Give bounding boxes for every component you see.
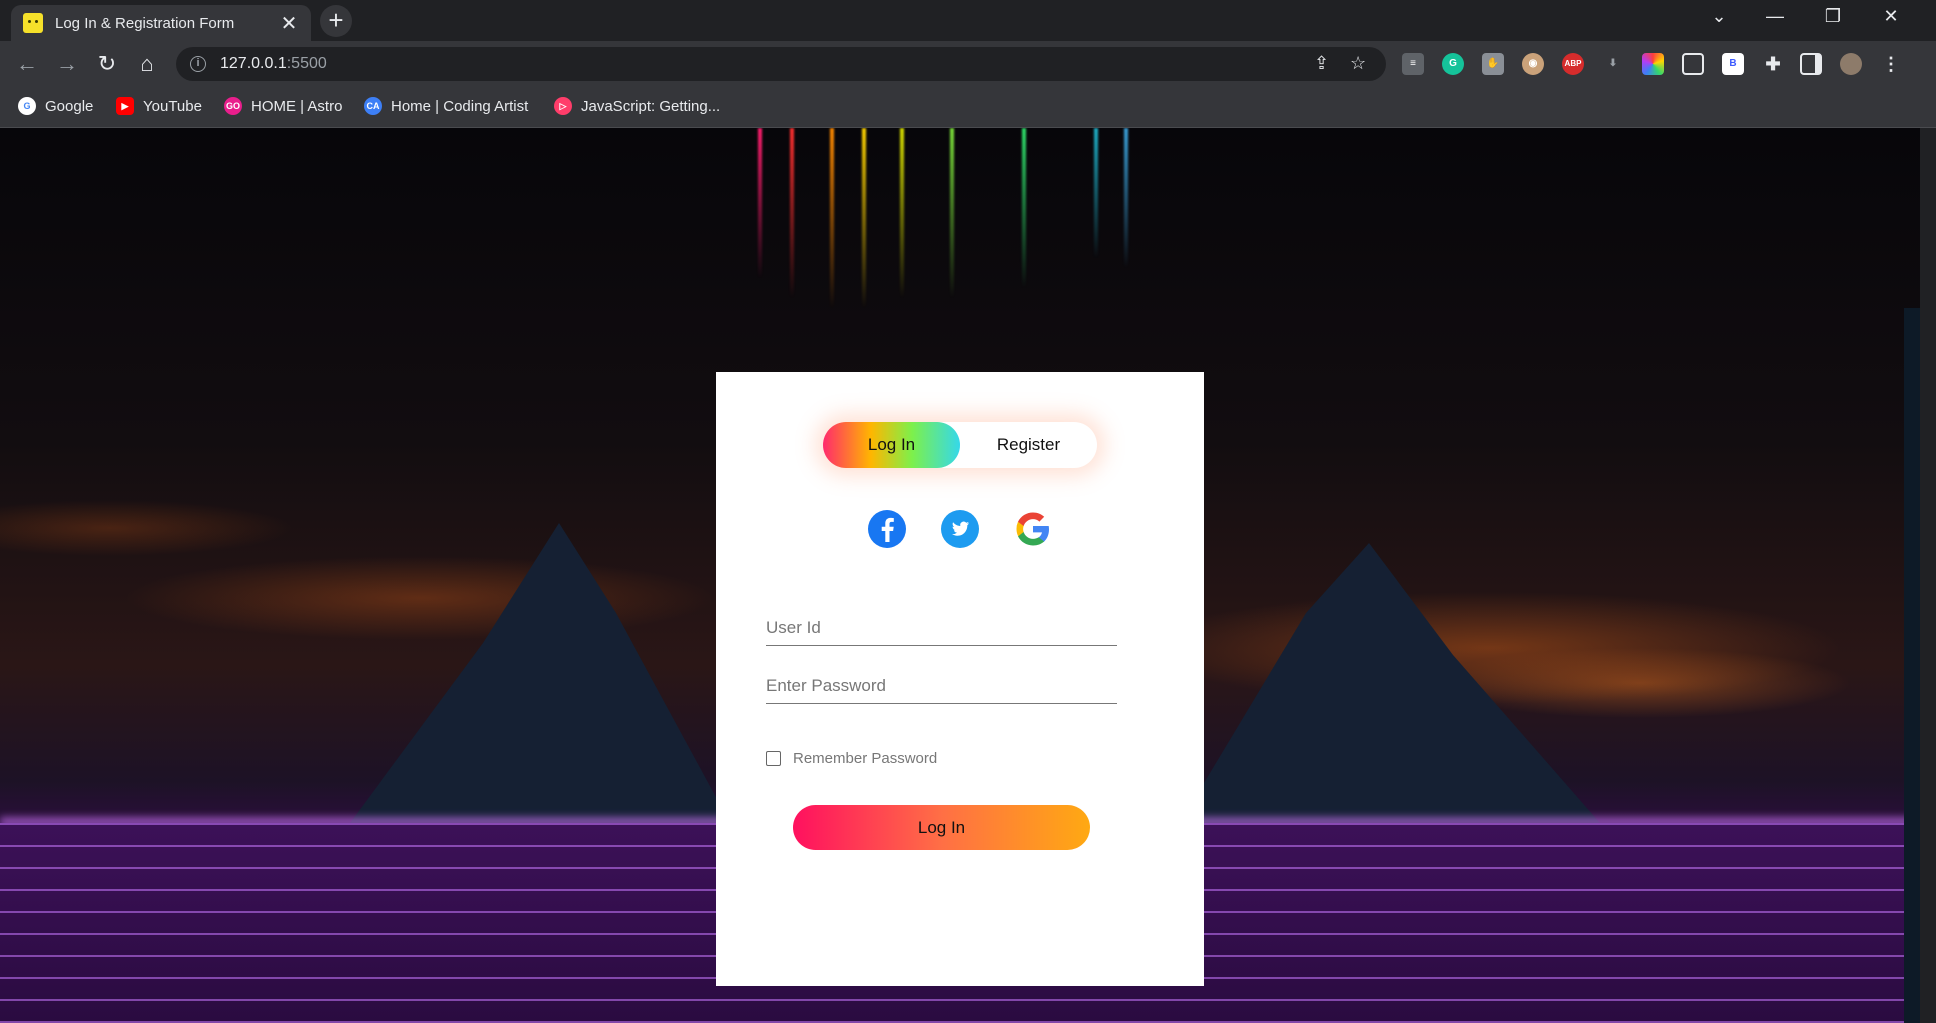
neon-beam bbox=[1094, 128, 1098, 258]
login-tab-button[interactable]: Log In bbox=[823, 422, 960, 468]
remember-password-label: Remember Password bbox=[793, 750, 938, 767]
user-id-field bbox=[766, 602, 1117, 646]
neon-beam bbox=[862, 128, 866, 308]
profile-avatar[interactable] bbox=[1840, 53, 1862, 75]
form-toggle: Log In Register bbox=[823, 422, 1097, 468]
share-icon[interactable]: ⇪ bbox=[1314, 53, 1329, 74]
bookmark-youtube[interactable]: ▶ YouTube bbox=[116, 97, 202, 115]
restore-button[interactable]: ❐ bbox=[1818, 6, 1848, 27]
user-id-input[interactable] bbox=[766, 602, 1117, 644]
bookmark-javascript[interactable]: ▷ JavaScript: Getting... bbox=[554, 97, 720, 115]
youtube-icon: ▶ bbox=[116, 97, 134, 115]
astro-icon: GO bbox=[224, 97, 242, 115]
coding-artist-icon: CA bbox=[364, 97, 382, 115]
minimize-button[interactable]: — bbox=[1760, 6, 1790, 27]
neon-beam bbox=[790, 128, 794, 298]
bookmark-label: YouTube bbox=[143, 97, 202, 115]
bookmark-coding-artist[interactable]: CA Home | Coding Artist bbox=[364, 97, 528, 115]
tab-search-icon[interactable]: ⌄ bbox=[1704, 6, 1734, 27]
address-bar[interactable]: i 127.0.0.1 :5500 ⇪ ☆ bbox=[176, 47, 1386, 81]
tab-strip: Log In & Registration Form ✕ + ⌄ — ❐ ✕ bbox=[0, 0, 1936, 41]
mountain-left bbox=[350, 523, 730, 823]
password-input[interactable] bbox=[766, 660, 1117, 702]
color-picker-icon[interactable] bbox=[1642, 53, 1664, 75]
home-icon[interactable]: ⌂ bbox=[132, 49, 162, 79]
neon-beam bbox=[830, 128, 834, 308]
b-icon[interactable]: B bbox=[1722, 53, 1744, 75]
extensions-puzzle-icon[interactable]: ✚ bbox=[1762, 53, 1784, 75]
bookmark-label: JavaScript: Getting... bbox=[581, 97, 721, 115]
back-arrow-icon[interactable]: ← bbox=[12, 49, 42, 79]
neon-beam bbox=[1022, 128, 1026, 288]
bookmark-star-icon[interactable]: ☆ bbox=[1350, 53, 1366, 74]
bookmark-label: Home | Coding Artist bbox=[391, 97, 529, 115]
login-submit-button[interactable]: Log In bbox=[793, 805, 1090, 850]
close-window-button[interactable]: ✕ bbox=[1876, 6, 1906, 27]
remember-password-row: Remember Password bbox=[766, 750, 937, 767]
neon-beam bbox=[1124, 128, 1128, 268]
forward-arrow-icon[interactable]: → bbox=[52, 49, 82, 79]
download-icon[interactable]: ⬇ bbox=[1602, 53, 1624, 75]
page-viewport: Log In Register Remember Password bbox=[0, 128, 1920, 1023]
twitter-icon[interactable] bbox=[940, 509, 980, 549]
picture-in-picture-icon[interactable] bbox=[1682, 53, 1704, 75]
bookmark-google[interactable]: G Google bbox=[18, 97, 93, 115]
abp-icon[interactable]: ABP bbox=[1562, 53, 1584, 75]
login-card: Log In Register Remember Password bbox=[716, 372, 1204, 986]
site-info-icon[interactable]: i bbox=[190, 56, 206, 72]
neon-beam bbox=[950, 128, 954, 298]
tab-manager-icon[interactable]: ≡ bbox=[1402, 53, 1424, 75]
browser-tab[interactable]: Log In & Registration Form ✕ bbox=[11, 5, 311, 41]
google-icon[interactable] bbox=[1013, 509, 1053, 549]
new-tab-button[interactable]: + bbox=[320, 5, 352, 37]
close-tab-icon[interactable]: ✕ bbox=[279, 11, 299, 36]
menu-kebab-icon[interactable]: ⋮ bbox=[1880, 53, 1902, 75]
neon-beam bbox=[758, 128, 762, 278]
browser-toolbar: ← → ↻ ⌂ i 127.0.0.1 :5500 ⇪ ☆ ≡ G ✋ ◉ AB… bbox=[0, 41, 1936, 87]
bookmark-label: HOME | Astro bbox=[251, 97, 343, 115]
extension-face-icon[interactable]: ◉ bbox=[1522, 53, 1544, 75]
password-field bbox=[766, 660, 1117, 704]
url-port: :5500 bbox=[286, 55, 327, 72]
neon-beam bbox=[900, 128, 904, 298]
bookmark-astro[interactable]: GO HOME | Astro bbox=[224, 97, 342, 115]
url-host: 127.0.0.1 bbox=[220, 55, 287, 72]
extension-hand-icon[interactable]: ✋ bbox=[1482, 53, 1504, 75]
register-tab-button[interactable]: Register bbox=[960, 422, 1097, 468]
page-favicon-icon bbox=[23, 13, 43, 33]
bookmark-label: Google bbox=[45, 97, 94, 115]
facebook-icon[interactable] bbox=[867, 509, 907, 549]
javascript-icon: ▷ bbox=[554, 97, 572, 115]
remember-password-checkbox[interactable] bbox=[766, 751, 781, 766]
side-panel-strip bbox=[1904, 308, 1920, 1023]
grammarly-icon[interactable]: G bbox=[1442, 53, 1464, 75]
reload-icon[interactable]: ↻ bbox=[92, 49, 122, 79]
bookmarks-bar: G Google ▶ YouTube GO HOME | Astro CA Ho… bbox=[0, 87, 1936, 128]
tab-title: Log In & Registration Form bbox=[55, 14, 235, 32]
mountain-right bbox=[1180, 543, 1600, 823]
google-icon: G bbox=[18, 97, 36, 115]
side-panel-icon[interactable] bbox=[1800, 53, 1822, 75]
